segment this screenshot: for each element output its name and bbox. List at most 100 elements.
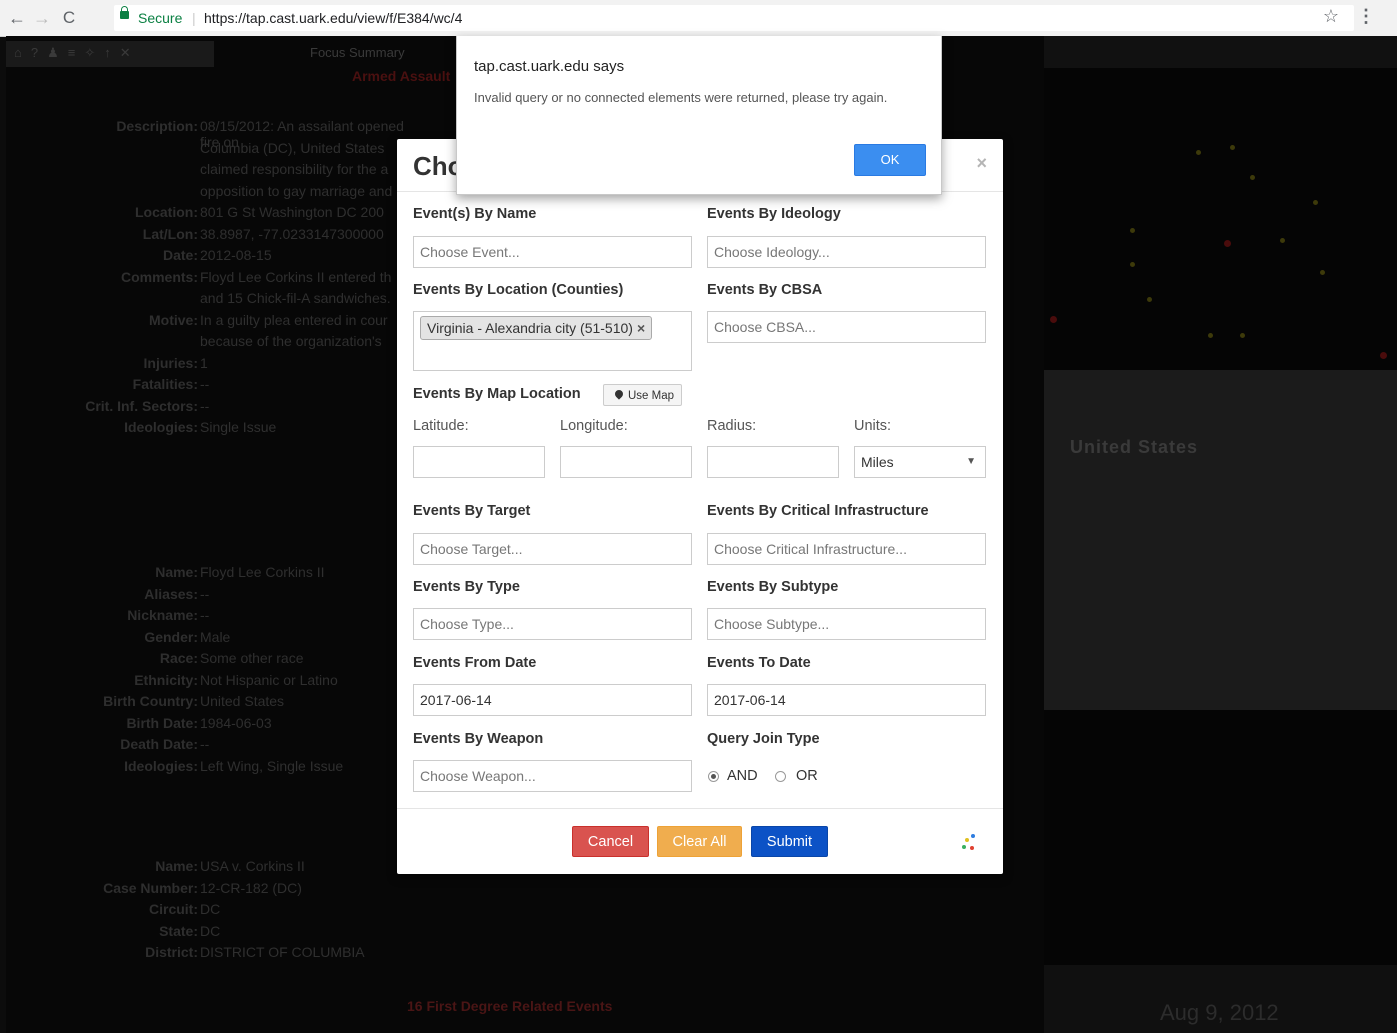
- units-select[interactable]: Miles ▼: [854, 446, 986, 478]
- critical-infrastructure-select[interactable]: Choose Critical Infrastructure...: [707, 533, 986, 565]
- use-map-label: Use Map: [628, 390, 675, 402]
- longitude-input[interactable]: [560, 446, 692, 478]
- detail-value: 2012-08-15: [200, 247, 272, 263]
- event-title: Armed Assault: [352, 68, 451, 84]
- detail-value: because of the organization's: [200, 333, 382, 349]
- cbsa-select[interactable]: Choose CBSA...: [707, 311, 986, 343]
- detail-value: USA v. Corkins II: [200, 858, 305, 874]
- detail-key: Birth Country:: [103, 693, 198, 709]
- by-target-label: Events By Target: [413, 503, 531, 519]
- secure-label: Secure: [138, 10, 183, 26]
- choose-events-modal: Choose Events × Event(s) By Name Events …: [397, 139, 1003, 874]
- detail-value: Single Issue: [200, 419, 277, 435]
- by-type-label: Events By Type: [413, 579, 520, 595]
- detail-value: and 15 Chick-fil-A sandwiches.: [200, 290, 391, 306]
- location-multiselect[interactable]: Virginia - Alexandria city (51-510) ×: [413, 311, 692, 371]
- detail-value: In a guilty plea entered in cour: [200, 311, 388, 328]
- detail-key: Injuries:: [143, 354, 198, 371]
- detail-row: Comments: Floyd Lee Corkins II entered th: [20, 269, 420, 291]
- address-bar[interactable]: Secure | https://tap.cast.uark.edu/view/…: [114, 5, 1354, 31]
- detail-value: Floyd Lee Corkins II entered th: [200, 268, 392, 285]
- latitude-input[interactable]: [413, 446, 545, 478]
- browser-menu-icon[interactable]: ⋮: [1357, 6, 1375, 27]
- reload-icon[interactable]: C: [58, 7, 80, 29]
- person-details: Name: Floyd Lee Corkins II Aliases: -- Nickn…: [20, 564, 420, 779]
- latitude-label: Latitude:: [413, 418, 469, 434]
- by-location-label: Events By Location (Counties): [413, 282, 624, 298]
- detail-key: Case Number:: [103, 879, 198, 896]
- map-country-label: United States: [1070, 437, 1199, 457]
- ideology-select[interactable]: Choose Ideology...: [707, 236, 986, 268]
- related-events-heading: 16 First Degree Related Events: [407, 998, 613, 1014]
- to-date-label: Events To Date: [707, 655, 811, 671]
- detail-value: --: [200, 376, 210, 392]
- detail-key: Lat/Lon:: [142, 225, 198, 242]
- dropdown-arrow-icon: ▼: [966, 456, 976, 467]
- timeline-date: Aug 9, 2012: [1160, 1000, 1279, 1025]
- detail-value: DC: [200, 901, 221, 917]
- detail-key: District:: [145, 944, 198, 960]
- to-date-input[interactable]: 2017-06-14: [707, 684, 986, 716]
- detail-key: Ethnicity:: [134, 671, 198, 688]
- clear-all-button[interactable]: Clear All: [657, 826, 742, 857]
- detail-value: Male: [200, 628, 231, 645]
- detail-value: Left Wing, Single Issue: [200, 757, 344, 774]
- detail-row: District: DISTRICT OF COLUMBIA: [20, 944, 420, 966]
- detail-key: Comments:: [120, 268, 198, 285]
- from-date-input[interactable]: 2017-06-14: [413, 684, 692, 716]
- detail-value: claimed responsibility for the a: [200, 161, 389, 177]
- detail-row: Fatalities: --: [20, 376, 420, 398]
- remove-tag-icon[interactable]: ×: [637, 320, 645, 336]
- and-radio[interactable]: [708, 771, 719, 782]
- browser-alert-dialog: tap.cast.uark.edu says Invalid query or …: [456, 36, 942, 195]
- detail-key: Crit. Inf. Sectors:: [85, 397, 198, 414]
- map-pin-icon: [613, 388, 625, 400]
- or-radio-label[interactable]: OR: [796, 768, 818, 784]
- units-value: Miles: [861, 454, 894, 470]
- detail-value: --: [200, 736, 210, 752]
- location-tag: Virginia - Alexandria city (51-510) ×: [420, 316, 653, 340]
- submit-button[interactable]: Submit: [751, 826, 828, 857]
- target-select[interactable]: Choose Target...: [413, 533, 692, 565]
- detail-row: claimed responsibility for the a: [20, 161, 420, 183]
- url-text[interactable]: https://tap.cast.uark.edu/view/f/E384/wc…: [204, 10, 462, 26]
- cancel-button[interactable]: Cancel: [572, 826, 649, 857]
- browser-toolbar: ← → C Secure | https://tap.cast.uark.edu…: [0, 0, 1397, 37]
- detail-value: DISTRICT OF COLUMBIA: [200, 944, 365, 960]
- detail-key: Date:: [162, 247, 198, 263]
- detail-row: Aliases: --: [20, 586, 420, 608]
- units-label: Units:: [854, 418, 892, 434]
- and-radio-label[interactable]: AND: [727, 768, 758, 784]
- detail-row: Race: Some other race: [20, 650, 420, 672]
- back-arrow-icon[interactable]: ←: [6, 7, 28, 29]
- or-radio[interactable]: [775, 771, 786, 782]
- detail-key: Description:: [116, 118, 198, 134]
- detail-row: Name: USA v. Corkins II: [20, 858, 420, 880]
- alert-ok-button[interactable]: OK: [854, 144, 926, 176]
- detail-key: Circuit:: [149, 901, 198, 917]
- type-select[interactable]: Choose Type...: [413, 608, 692, 640]
- radius-input[interactable]: [707, 446, 839, 478]
- map-panel[interactable]: [1044, 370, 1397, 710]
- detail-key: Death Date:: [120, 736, 198, 752]
- weapon-select[interactable]: Choose Weapon...: [413, 760, 692, 792]
- detail-row: Injuries: 1: [20, 355, 420, 377]
- detail-row: Circuit: DC: [20, 901, 420, 923]
- detail-key: Motive:: [149, 311, 198, 328]
- detail-value: 801 G St Washington DC 200: [200, 204, 384, 220]
- join-type-label: Query Join Type: [707, 731, 820, 747]
- event-select[interactable]: Choose Event...: [413, 236, 692, 268]
- forward-arrow-icon[interactable]: →: [31, 7, 53, 29]
- detail-value: Not Hispanic or Latino: [200, 671, 338, 688]
- use-map-button[interactable]: Use Map: [603, 384, 682, 406]
- subtype-select[interactable]: Choose Subtype...: [707, 608, 986, 640]
- detail-row: Ideologies: Left Wing, Single Issue: [20, 758, 420, 780]
- close-icon[interactable]: ×: [976, 153, 987, 174]
- bookmark-star-icon[interactable]: ☆: [1323, 6, 1339, 27]
- detail-key: Nickname:: [127, 607, 198, 623]
- detail-row: Birth Date: 1984-06-03: [20, 715, 420, 737]
- detail-value: Floyd Lee Corkins II: [200, 564, 325, 580]
- event-details: Description: 08/15/2012: An assailant ope…: [20, 118, 420, 441]
- detail-value: --: [200, 607, 210, 623]
- detail-value: 1984-06-03: [200, 714, 272, 731]
